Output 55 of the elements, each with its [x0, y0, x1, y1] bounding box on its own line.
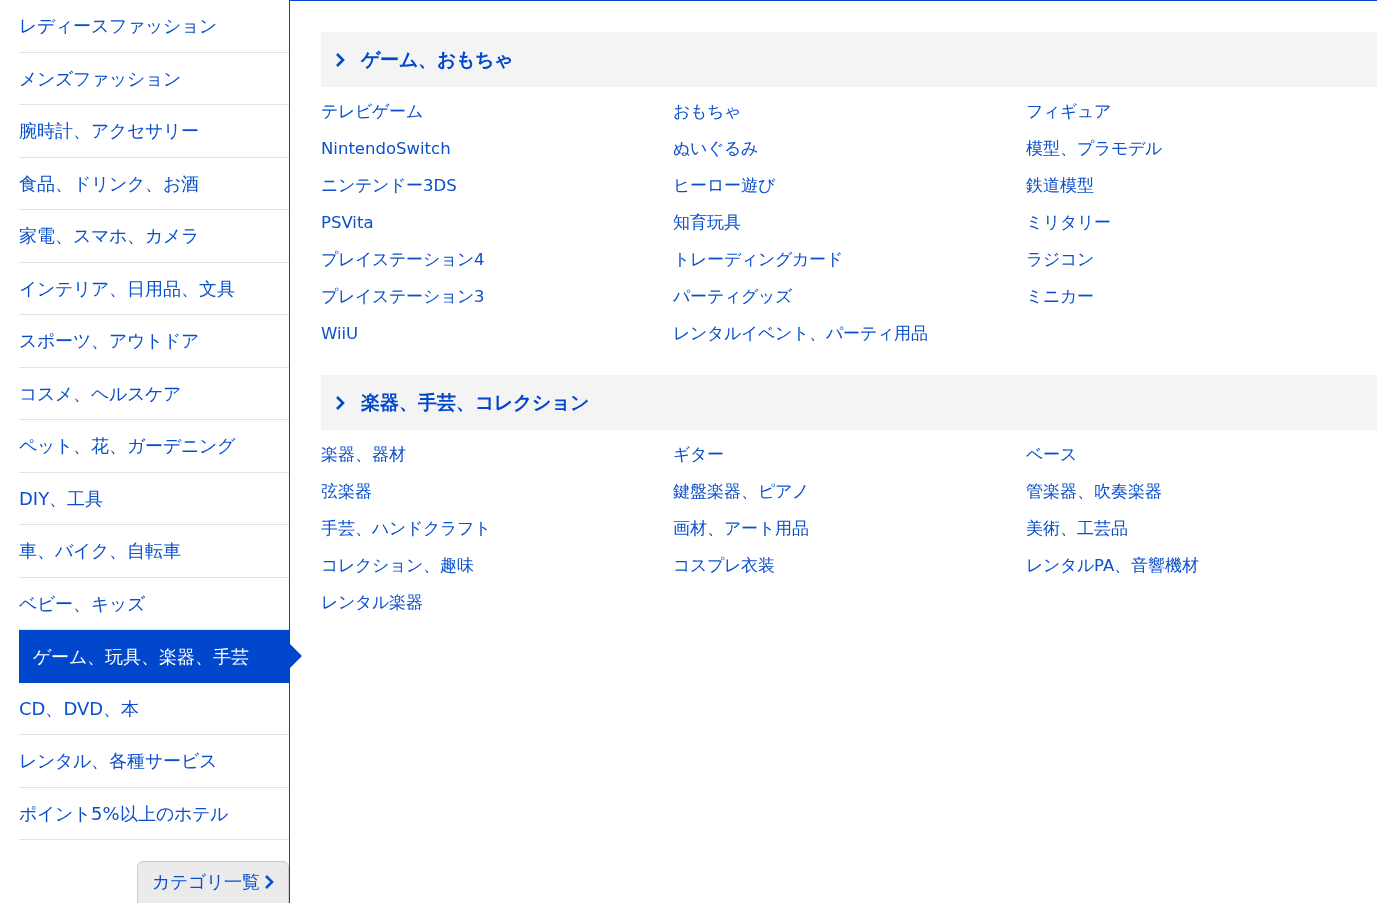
chevron-right-icon: [264, 873, 274, 890]
category-link[interactable]: 楽器、器材: [321, 437, 406, 474]
chevron-right-icon: [335, 51, 345, 68]
category-link[interactable]: 知育玩具: [673, 205, 741, 242]
category-link[interactable]: パーティグッズ: [673, 279, 792, 316]
sidebar-item[interactable]: 車、バイク、自転車: [19, 525, 289, 577]
sidebar-item[interactable]: 腕時計、アクセサリー: [19, 105, 289, 157]
sidebar-item[interactable]: レディースファッション: [19, 0, 289, 52]
category-link[interactable]: レンタル楽器: [321, 585, 423, 622]
sidebar-item[interactable]: レンタル、各種サービス: [19, 735, 289, 787]
sidebar-item[interactable]: 食品、ドリンク、お酒: [19, 157, 289, 209]
category-link[interactable]: ニンテンドー3DS: [321, 168, 457, 205]
category-link[interactable]: おもちゃ: [673, 94, 741, 131]
category-link[interactable]: NintendoSwitch: [321, 131, 451, 168]
sidebar-item[interactable]: ベビー、キッズ: [19, 577, 289, 629]
category-link[interactable]: コレクション、趣味: [321, 548, 474, 585]
category-link[interactable]: 模型、プラモデル: [1026, 131, 1162, 168]
sidebar-item[interactable]: 家電、スマホ、カメラ: [19, 210, 289, 262]
category-link[interactable]: レンタルPA、音響機材: [1026, 548, 1200, 585]
category-link[interactable]: テレビゲーム: [321, 94, 423, 131]
category-link[interactable]: ぬいぐるみ: [673, 131, 758, 168]
category-link[interactable]: 鍵盤楽器、ピアノ: [673, 474, 809, 511]
category-link[interactable]: ミリタリー: [1026, 205, 1111, 242]
sidebar-item[interactable]: CD、DVD、本: [19, 682, 289, 734]
category-link[interactable]: 美術、工芸品: [1026, 511, 1128, 548]
section-title: 楽器、手芸、コレクション: [361, 390, 589, 416]
category-link[interactable]: 画材、アート用品: [673, 511, 809, 548]
category-link[interactable]: ベース: [1026, 437, 1077, 474]
sidebar-item[interactable]: コスメ、ヘルスケア: [19, 367, 289, 419]
category-link[interactable]: コスプレ衣装: [673, 548, 775, 585]
category-link[interactable]: ミニカー: [1026, 279, 1094, 316]
sidebar-item[interactable]: ポイント5%以上のホテル: [19, 787, 289, 839]
category-link[interactable]: 手芸、ハンドクラフト: [321, 511, 491, 548]
category-link[interactable]: レンタルイベント、パーティ用品: [673, 316, 928, 353]
sidebar-item[interactable]: ペット、花、ガーデニング: [19, 420, 289, 472]
category-link[interactable]: プレイステーション3: [321, 279, 485, 316]
sidebar-item[interactable]: メンズファッション: [19, 52, 289, 104]
category-list-button[interactable]: カテゴリ一覧: [137, 861, 289, 903]
sidebar-item[interactable]: ゲーム、玩具、楽器、手芸: [19, 630, 289, 683]
category-link[interactable]: 鉄道模型: [1026, 168, 1094, 205]
category-link[interactable]: 管楽器、吹奏楽器: [1026, 474, 1162, 511]
sidebar-item[interactable]: スポーツ、アウトドア: [19, 315, 289, 367]
category-link[interactable]: トレーディングカード: [673, 242, 843, 279]
chevron-right-icon: [335, 394, 345, 411]
category-link[interactable]: WiiU: [321, 316, 359, 353]
section-title: ゲーム、おもちゃ: [361, 47, 513, 73]
category-link[interactable]: ヒーロー遊び: [673, 168, 775, 205]
sidebar-item[interactable]: インテリア、日用品、文具: [19, 262, 289, 314]
sidebar-item[interactable]: DIY、工具: [19, 472, 289, 524]
category-link[interactable]: 弦楽器: [321, 474, 372, 511]
category-link[interactable]: ギター: [673, 437, 724, 474]
category-link[interactable]: プレイステーション4: [321, 242, 485, 279]
category-link[interactable]: ラジコン: [1026, 242, 1094, 279]
category-link[interactable]: フィギュア: [1026, 94, 1111, 131]
category-link[interactable]: PSVita: [321, 205, 374, 242]
